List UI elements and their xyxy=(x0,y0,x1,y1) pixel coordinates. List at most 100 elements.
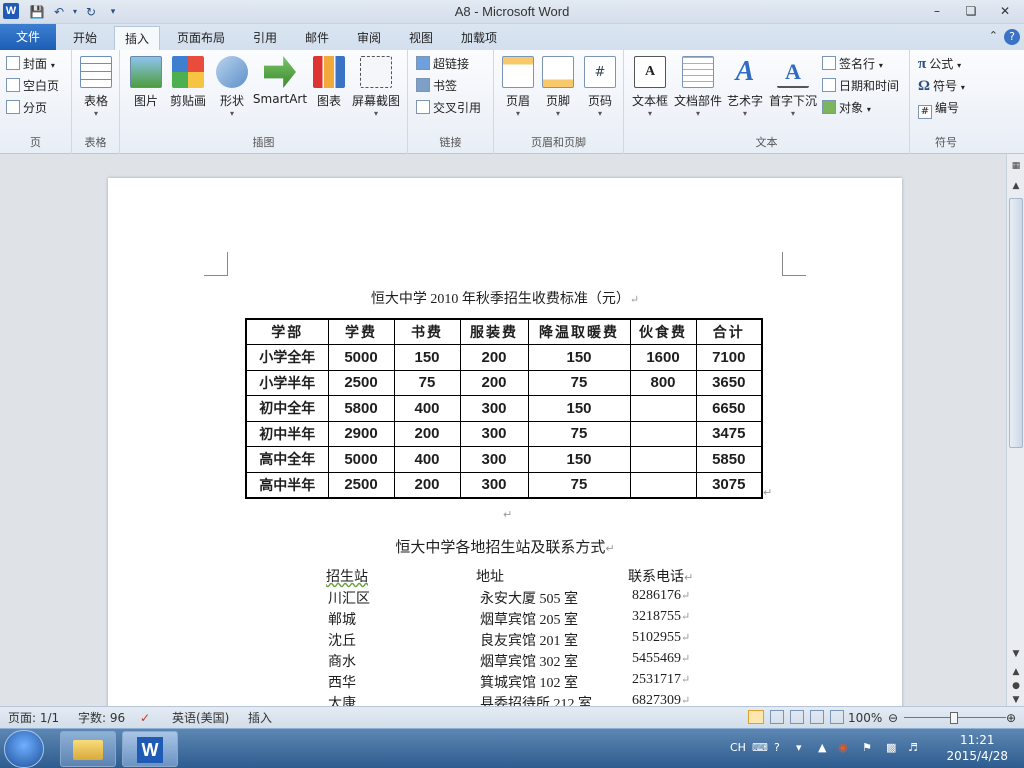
tab-insert[interactable]: 插入 xyxy=(114,26,160,51)
quick-parts-button[interactable]: 文档部件 ▾ xyxy=(674,56,722,118)
table-cell[interactable]: 小学全年 xyxy=(245,344,329,371)
header-cell[interactable]: 学部 xyxy=(245,318,329,345)
proofing-icon[interactable]: ✓ xyxy=(140,710,150,726)
table-cell[interactable]: 3650 xyxy=(695,369,763,396)
insert-mode[interactable]: 插入 xyxy=(248,710,272,726)
table-cell[interactable]: 初中全年 xyxy=(245,395,329,422)
network-icon[interactable]: ▩ xyxy=(886,741,896,754)
table-cell[interactable]: 200 xyxy=(459,369,529,396)
hyperlink-button[interactable]: 超链接 xyxy=(416,54,469,74)
tab-page-layout[interactable]: 页面布局 xyxy=(166,26,236,50)
equation-button[interactable]: π 公式 ▾ xyxy=(918,54,961,74)
table-cell[interactable]: 6650 xyxy=(695,395,763,422)
signature-line-button[interactable]: 签名行 ▾ xyxy=(822,54,883,74)
scroll-up-icon[interactable]: ▲ xyxy=(1007,178,1024,194)
zoom-in-icon[interactable]: ⊕ xyxy=(1006,710,1016,726)
table-cell[interactable]: 150 xyxy=(527,446,631,473)
print-layout-icon[interactable] xyxy=(748,710,764,724)
help-icon[interactable]: ? xyxy=(1004,29,1020,45)
table-cell[interactable]: 150 xyxy=(527,344,631,371)
table-cell[interactable]: 小学半年 xyxy=(245,369,329,396)
table-cell[interactable]: 高中全年 xyxy=(245,446,329,473)
table-cell[interactable]: 3075 xyxy=(695,471,763,498)
ruler-toggle-icon[interactable]: ▦ xyxy=(1007,158,1024,174)
header-cell[interactable]: 服装费 xyxy=(459,318,529,345)
page-count[interactable]: 页面: 1/1 xyxy=(8,710,59,726)
ime-options-icon[interactable]: ▾ xyxy=(796,741,802,754)
table-cell[interactable]: 2900 xyxy=(327,420,395,447)
table-cell[interactable]: 3475 xyxy=(695,420,763,447)
table-cell[interactable]: 7100 xyxy=(695,344,763,371)
drop-cap-button[interactable]: A 首字下沉 ▾ xyxy=(768,56,818,118)
language-indicator[interactable]: 英语(美国) xyxy=(172,710,229,726)
document-page[interactable]: 恒大中学 2010 年秋季招生收费标准（元）↵ 学部 学费 书费 服装费 降温取… xyxy=(108,178,902,706)
shapes-button[interactable]: 形状 ▾ xyxy=(214,56,250,118)
vertical-scrollbar[interactable]: ▦ ▲ ▼ ▲ ● ▼ xyxy=(1006,154,1024,706)
outline-icon[interactable] xyxy=(810,710,824,724)
cross-reference-button[interactable]: 交叉引用 xyxy=(416,98,481,118)
table-cell[interactable] xyxy=(629,395,697,422)
tab-file[interactable]: 文件 xyxy=(0,24,56,50)
tab-review[interactable]: 审阅 xyxy=(346,26,392,50)
blank-page-button[interactable]: 空白页 xyxy=(6,76,59,96)
tab-mailings[interactable]: 邮件 xyxy=(294,26,340,50)
table-cell[interactable]: 75 xyxy=(527,369,631,396)
footer-button[interactable]: 页脚 ▾ xyxy=(540,56,576,118)
header-cell[interactable]: 降温取暖费 xyxy=(527,318,631,345)
minimize-button[interactable]: – xyxy=(922,2,952,20)
zoom-slider-handle[interactable] xyxy=(950,712,958,724)
zoom-out-icon[interactable]: ⊖ xyxy=(888,710,898,726)
bookmark-button[interactable]: 书签 xyxy=(416,76,457,96)
table-cell[interactable]: 75 xyxy=(527,471,631,498)
minimize-ribbon-icon[interactable]: ⌃ xyxy=(989,29,998,42)
table-cell[interactable]: 初中半年 xyxy=(245,420,329,447)
symbol-button[interactable]: Ω 符号 ▾ xyxy=(918,76,965,96)
keyboard-icon[interactable]: ⌨ xyxy=(752,741,768,754)
tab-references[interactable]: 引用 xyxy=(242,26,288,50)
close-button[interactable]: ✕ xyxy=(990,2,1020,20)
table-cell[interactable]: 800 xyxy=(629,369,697,396)
ime-indicator[interactable]: CH xyxy=(730,741,746,754)
show-hidden-icons-icon[interactable]: ▲ xyxy=(818,741,826,754)
scroll-down-icon[interactable]: ▼ xyxy=(1007,646,1024,662)
header-cell[interactable]: 书费 xyxy=(393,318,461,345)
tab-home[interactable]: 开始 xyxy=(60,26,110,50)
wordart-button[interactable]: A 艺术字 ▾ xyxy=(726,56,764,118)
volume-icon[interactable]: ♬ xyxy=(908,741,918,754)
table-cell[interactable]: 150 xyxy=(393,344,461,371)
word-taskbar-button[interactable]: W xyxy=(122,731,178,767)
header-cell[interactable]: 伙食费 xyxy=(629,318,697,345)
table-cell[interactable]: 5800 xyxy=(327,395,395,422)
header-button[interactable]: 页眉 ▾ xyxy=(500,56,536,118)
table-cell[interactable]: 400 xyxy=(393,395,461,422)
table-cell[interactable]: 400 xyxy=(393,446,461,473)
table-cell[interactable] xyxy=(629,471,697,498)
number-button[interactable]: # 编号 xyxy=(918,98,959,119)
clip-art-button[interactable]: 剪贴画 xyxy=(168,56,208,109)
chart-button[interactable]: 图表 xyxy=(312,56,346,109)
scrollbar-thumb[interactable] xyxy=(1009,198,1023,448)
table-cell[interactable]: 300 xyxy=(459,446,529,473)
full-screen-reading-icon[interactable] xyxy=(770,710,784,724)
table-cell[interactable]: 5000 xyxy=(327,344,395,371)
table-cell[interactable]: 5850 xyxy=(695,446,763,473)
picture-button[interactable]: 图片 xyxy=(128,56,164,109)
cover-page-button[interactable]: 封面 ▾ xyxy=(6,54,55,74)
table-cell[interactable]: 300 xyxy=(459,471,529,498)
table-cell[interactable]: 150 xyxy=(527,395,631,422)
start-button[interactable] xyxy=(4,730,44,768)
security-icon[interactable]: ◉ xyxy=(838,741,848,754)
smartart-button[interactable]: SmartArt xyxy=(252,56,308,106)
explorer-taskbar-button[interactable] xyxy=(60,731,116,767)
zoom-level[interactable]: 100% xyxy=(848,710,882,726)
table-cell[interactable]: 75 xyxy=(393,369,461,396)
table-cell[interactable] xyxy=(629,446,697,473)
page-break-button[interactable]: 分页 xyxy=(6,98,47,118)
document-area[interactable]: 恒大中学 2010 年秋季招生收费标准（元）↵ 学部 学费 书费 服装费 降温取… xyxy=(0,154,1006,706)
system-clock[interactable]: 11:21 2015/4/28 xyxy=(946,732,1008,764)
text-box-button[interactable]: A 文本框 ▾ xyxy=(630,56,670,118)
fee-table[interactable]: 学部 学费 书费 服装费 降温取暖费 伙食费 合计 小学全年 5000 150 … xyxy=(245,318,763,499)
web-layout-icon[interactable] xyxy=(790,710,804,724)
table-cell[interactable]: 75 xyxy=(527,420,631,447)
action-center-icon[interactable]: ⚑ xyxy=(862,741,872,754)
